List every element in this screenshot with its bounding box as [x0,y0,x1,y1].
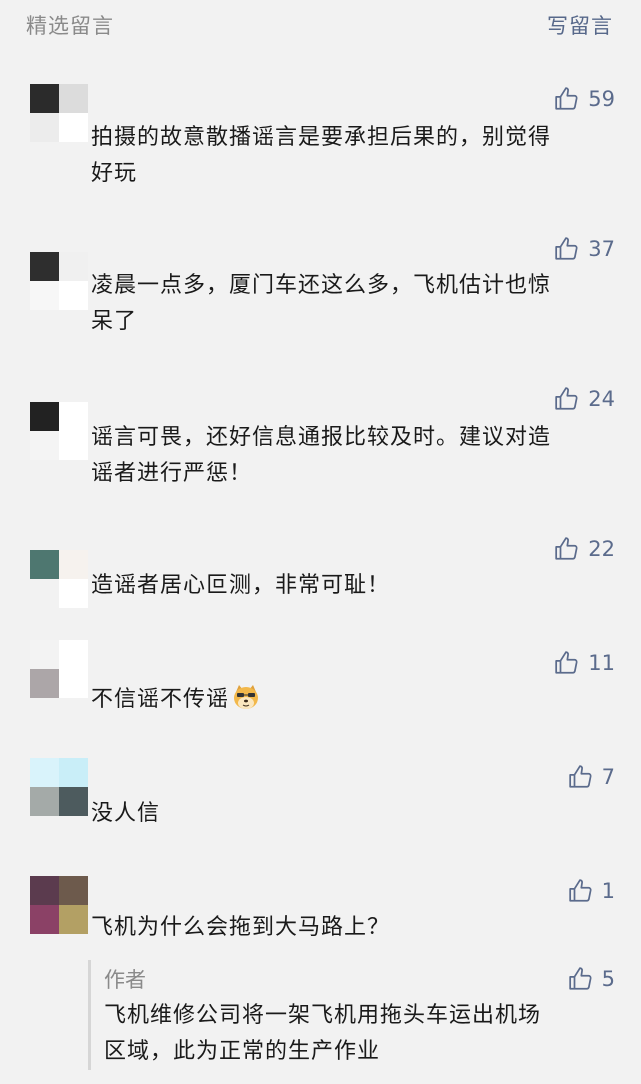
avatar-tile [30,579,59,608]
comments-header: 精选留言 写留言 [0,0,641,50]
doge-emoji-icon [234,685,259,709]
avatar-tile [30,252,59,281]
comment-text: 凌晨一点多，厦门车还这么多，飞机估计也惊 呆了 [91,268,615,340]
reply-text-line: 飞机维修公司将一架飞机用拖头车运出机场 [104,1003,542,1028]
avatar[interactable] [30,640,88,698]
comment-text-line: 谣者进行严惩！ [91,461,253,486]
avatar-tile [30,431,59,460]
avatar-tile [59,758,88,787]
avatar[interactable] [30,252,88,310]
like-button[interactable]: 7 [568,762,615,792]
comment-item: 7 没人信 [0,758,641,842]
comment-text-line: 呆了 [91,309,138,334]
avatar-tile [30,84,59,113]
avatar-tile [59,669,88,698]
thumbs-up-icon [555,237,578,260]
avatar-tile [59,252,88,281]
avatar-tile [59,281,88,310]
comment-text: 没人信 [91,796,615,832]
thumbs-up-icon [555,87,578,110]
author-reply: 作者 5 飞机维修公司将一架飞机用拖头车运出机场 区域，此为正常的生产作业 [88,960,615,1070]
like-count: 22 [588,537,615,561]
avatar-tile [30,402,59,431]
section-title: 精选留言 [26,14,114,38]
like-count: 1 [601,879,615,903]
comment-text-line: 拍摄的故意散播谣言是要承担后果的，别觉得 [91,125,552,150]
avatar-tile [30,876,59,905]
reply-text: 飞机维修公司将一架飞机用拖头车运出机场 区域，此为正常的生产作业 [104,998,615,1070]
like-button[interactable]: 22 [554,534,615,564]
comment-text-line: 不信谣不传谣 [91,687,230,712]
comment-item: 24 谣言可畏，还好信息通报比较及时。建议对造 谣者进行严惩！ [0,384,641,494]
like-count: 7 [601,765,615,789]
avatar[interactable] [30,876,88,934]
thumbs-up-icon [555,651,578,674]
avatar-tile [30,550,59,579]
comment-text: 拍摄的故意散播谣言是要承担后果的，别觉得 好玩 [91,120,615,192]
like-button[interactable]: 37 [554,234,615,264]
avatar[interactable] [30,84,88,142]
avatar-tile [59,402,88,431]
avatar-tile [59,876,88,905]
thumbs-up-icon [555,387,578,410]
reply-text-line: 区域，此为正常的生产作业 [104,1039,381,1064]
avatar[interactable] [30,402,88,460]
like-button[interactable]: 24 [554,384,615,414]
comment-text: 不信谣不传谣 [91,682,615,718]
like-button[interactable]: 11 [554,648,615,678]
like-count: 24 [588,387,615,411]
thumbs-up-icon [568,967,592,990]
avatar-tile [30,281,59,310]
reply-author-label: 作者 [104,968,146,992]
comment-text-line: 谣言可畏，还好信息通报比较及时。建议对造 [91,425,552,450]
like-count: 59 [588,87,615,111]
thumbs-up-icon [555,537,578,560]
avatar-tile [59,84,88,113]
avatar-tile [30,640,59,669]
comment-text-line: 好玩 [91,161,138,186]
comment-text-line: 造谣者居心叵测，非常可耻！ [91,573,391,598]
comment-text: 飞机为什么会拖到大马路上？ [91,910,615,946]
comment-text-line: 凌晨一点多，厦门车还这么多，飞机估计也惊 [91,273,552,298]
comment-item: 1 飞机为什么会拖到大马路上？ [0,876,641,956]
like-button[interactable]: 5 [568,964,615,994]
avatar-tile [30,669,59,698]
avatar-tile [59,640,88,669]
comment-item: 59 拍摄的故意散播谣言是要承担后果的，别觉得 好玩 [0,84,641,194]
avatar-tile [59,431,88,460]
like-count: 37 [588,237,615,261]
comment-item: 11 不信谣不传谣 [0,640,641,728]
avatar[interactable] [30,758,88,816]
comment-item: 37 凌晨一点多，厦门车还这么多，飞机估计也惊 呆了 [0,234,641,344]
comment-text-line: 没人信 [91,801,161,826]
comment-text: 造谣者居心叵测，非常可耻！ [91,568,615,604]
avatar-tile [59,550,88,579]
avatar-tile [30,113,59,142]
comment-text-line: 飞机为什么会拖到大马路上？ [91,915,391,940]
write-comment-button[interactable]: 写留言 [547,10,613,40]
like-button[interactable]: 59 [554,84,615,114]
like-count: 11 [588,651,615,675]
avatar[interactable] [30,550,88,608]
avatar-tile [30,787,59,816]
avatar-tile [59,787,88,816]
avatar-tile [59,579,88,608]
thumbs-up-icon [568,879,592,902]
avatar-tile [59,113,88,142]
like-button[interactable]: 1 [568,876,615,906]
comment-item: 22 造谣者居心叵测，非常可耻！ [0,534,641,614]
avatar-tile [30,758,59,787]
avatar-tile [59,905,88,934]
avatar-tile [30,905,59,934]
thumbs-up-icon [568,765,592,788]
comment-text: 谣言可畏，还好信息通报比较及时。建议对造 谣者进行严惩！ [91,420,615,492]
like-count: 5 [601,967,615,991]
